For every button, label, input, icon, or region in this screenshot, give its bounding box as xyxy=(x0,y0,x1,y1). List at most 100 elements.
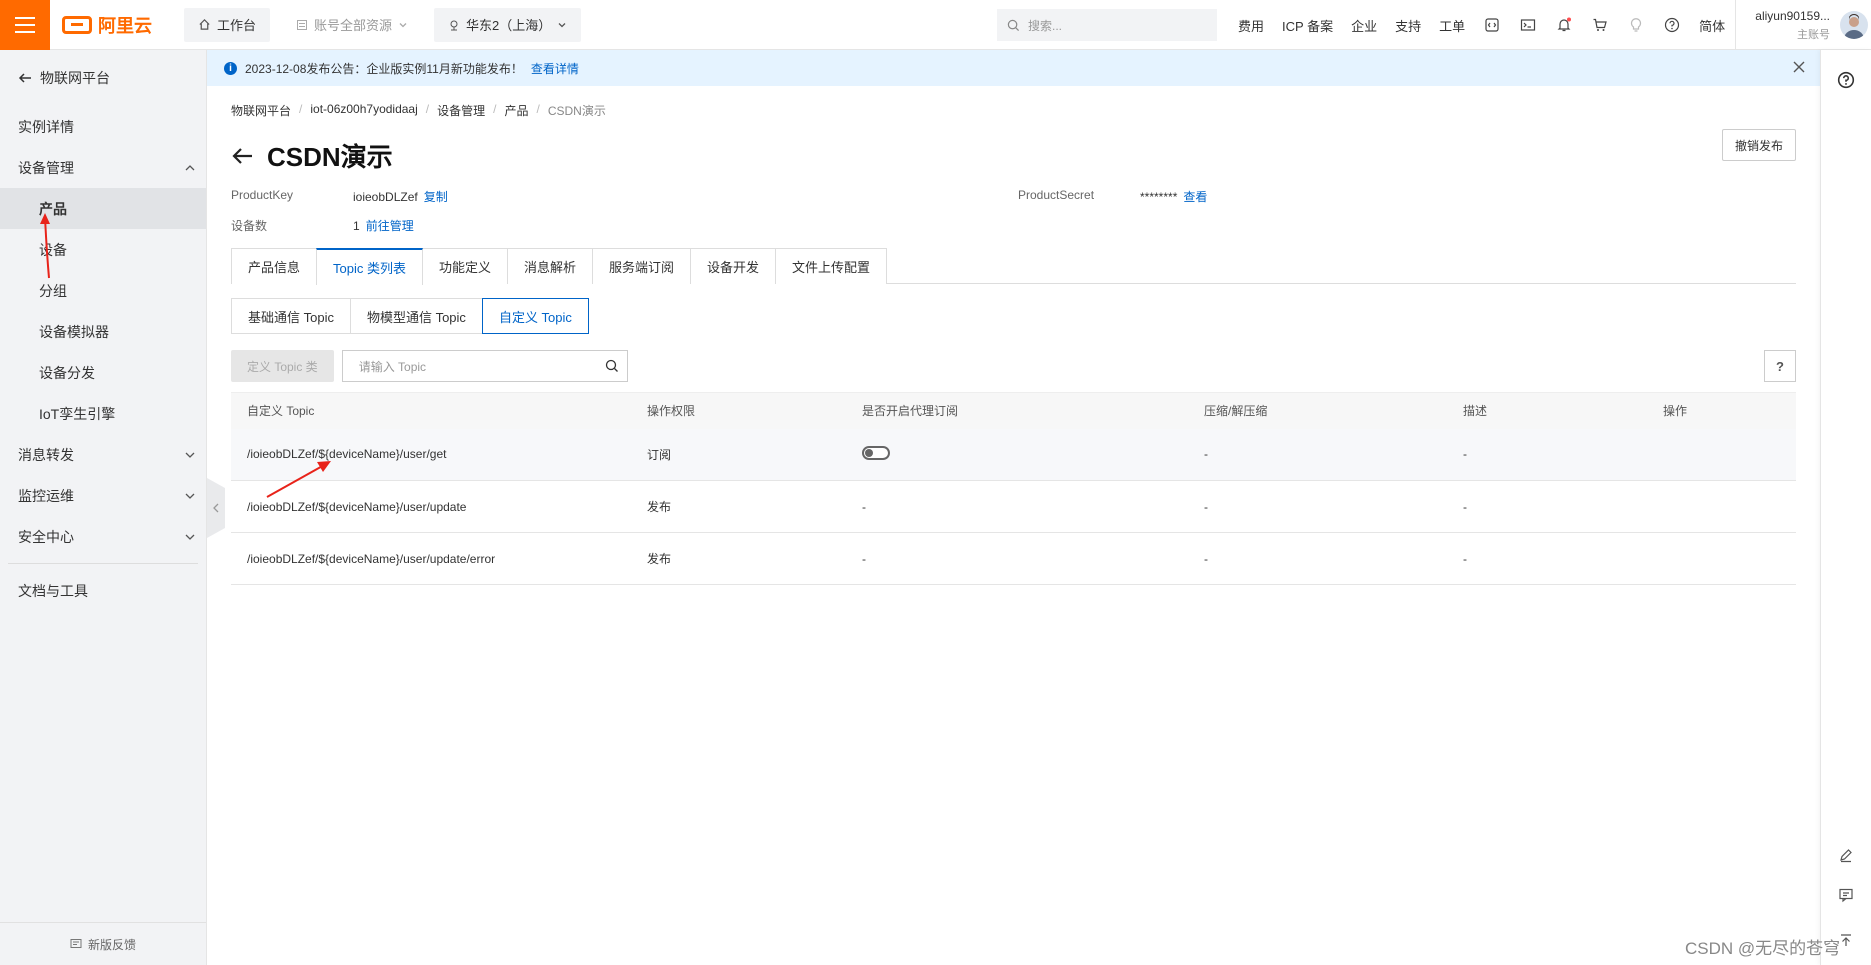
product-meta: ProductKey ioieobDLZef 复制 ProductSecret *… xyxy=(231,188,1796,234)
sidebar-item-instance-detail[interactable]: 实例详情 xyxy=(0,106,206,147)
cart-icon[interactable] xyxy=(1591,16,1609,34)
home-icon xyxy=(199,19,210,30)
sidebar-item-device-distribution[interactable]: 设备分发 xyxy=(0,352,206,393)
sidebar-item-label: 设备模拟器 xyxy=(39,323,109,340)
location-icon xyxy=(450,20,458,30)
chevron-up-icon xyxy=(185,165,195,171)
tab-message-parsing[interactable]: 消息解析 xyxy=(507,248,594,284)
user-account-menu[interactable]: aliyun90159... 主账号 xyxy=(1735,0,1871,50)
breadcrumb-item[interactable]: 物联网平台 xyxy=(231,102,291,119)
arrow-left-icon xyxy=(18,73,31,83)
feedback-button[interactable]: 新版反馈 xyxy=(0,922,206,965)
description-cell: - xyxy=(1447,480,1647,533)
search-icon[interactable] xyxy=(605,359,619,373)
region-selector[interactable]: 华东2（上海） xyxy=(434,7,582,42)
revoke-publish-button[interactable]: 撤销发布 xyxy=(1721,129,1796,161)
edit-icon[interactable] xyxy=(1836,845,1856,865)
subtab-model-topic[interactable]: 物模型通信 Topic xyxy=(349,298,483,334)
code-icon[interactable] xyxy=(1483,16,1501,34)
bell-icon[interactable] xyxy=(1555,16,1573,34)
tab-function-definition[interactable]: 功能定义 xyxy=(421,248,508,284)
description-cell: - xyxy=(1447,532,1647,585)
language-switch[interactable]: 简体 xyxy=(1699,16,1725,35)
tab-file-upload-config[interactable]: 文件上传配置 xyxy=(775,248,888,284)
define-topic-button[interactable]: 定义 Topic 类 xyxy=(231,350,334,382)
sidebar-item-iot-twin-engine[interactable]: IoT孪生引擎 xyxy=(0,393,206,434)
chat-icon[interactable] xyxy=(1836,885,1856,905)
breadcrumb-item[interactable]: 设备管理 xyxy=(437,102,485,119)
resource-label: 账号全部资源 xyxy=(314,18,393,33)
custom-topic-table: 自定义 Topic 操作权限 是否开启代理订阅 压缩/解压缩 描述 操作 /io… xyxy=(231,392,1796,585)
sidebar-item-device[interactable]: 设备 xyxy=(0,229,206,270)
product-key-value-group: ioieobDLZef 复制 xyxy=(353,188,1018,205)
close-icon[interactable] xyxy=(1792,60,1806,74)
sidebar-item-label: 消息转发 xyxy=(18,446,74,463)
sidebar-item-device-management[interactable]: 设备管理 xyxy=(0,147,206,188)
link-billing[interactable]: 费用 xyxy=(1238,16,1264,35)
sidebar-item-security-center[interactable]: 安全中心 xyxy=(0,516,206,557)
sidebar-item-label: 产品 xyxy=(39,200,67,217)
sidebar-item-message-forwarding[interactable]: 消息转发 xyxy=(0,434,206,475)
aliyun-logo-icon xyxy=(62,15,92,34)
permission-cell: 订阅 xyxy=(631,428,846,481)
column-header: 操作权限 xyxy=(631,392,846,429)
search-icon xyxy=(1007,19,1020,31)
resource-selector[interactable]: 账号全部资源 xyxy=(282,8,422,42)
sidebar-item-docs-tools[interactable]: 文档与工具 xyxy=(0,570,206,611)
description-cell: - xyxy=(1447,428,1647,481)
workbench-button[interactable]: 工作台 xyxy=(184,7,271,42)
subtab-basic-topic[interactable]: 基础通信 Topic xyxy=(231,298,351,334)
sidebar-item-label: 安全中心 xyxy=(18,528,74,545)
sidebar-item-label: 监控运维 xyxy=(18,487,74,504)
proxy-subscription-toggle[interactable] xyxy=(862,445,890,460)
view-secret-link[interactable]: 查看 xyxy=(1183,190,1207,204)
breadcrumb-item[interactable]: iot-06z00h7yodidaaj xyxy=(310,102,417,119)
tab-topic-list[interactable]: Topic 类列表 xyxy=(316,248,423,285)
info-icon: i xyxy=(224,61,237,75)
lightbulb-icon[interactable] xyxy=(1627,16,1645,34)
announcement-link[interactable]: 查看详情 xyxy=(531,60,579,77)
sidebar-item-label: 实例详情 xyxy=(18,118,74,135)
help-circle-icon[interactable] xyxy=(1836,70,1856,90)
link-icp[interactable]: ICP 备案 xyxy=(1282,16,1333,35)
link-enterprise[interactable]: 企业 xyxy=(1351,16,1377,35)
copy-link[interactable]: 复制 xyxy=(424,190,448,204)
subtab-custom-topic[interactable]: 自定义 Topic xyxy=(481,298,589,334)
compress-cell: - xyxy=(1188,480,1447,533)
global-search-input[interactable]: 搜索... xyxy=(997,9,1217,41)
link-ticket[interactable]: 工单 xyxy=(1439,16,1465,35)
aliyun-logo[interactable]: 阿里云 xyxy=(62,12,172,38)
topic-toolbar: 定义 Topic 类 请输入 Topic ? xyxy=(231,350,1796,382)
tab-device-development[interactable]: 设备开发 xyxy=(690,248,777,284)
help-button[interactable]: ? xyxy=(1764,350,1796,382)
breadcrumb-item[interactable]: 产品 xyxy=(504,102,528,119)
link-support[interactable]: 支持 xyxy=(1395,16,1421,35)
compress-cell: - xyxy=(1188,532,1447,585)
sidebar-item-product[interactable]: 产品 xyxy=(0,188,206,229)
topic-search-input[interactable]: 请输入 Topic xyxy=(341,350,628,382)
back-arrow-icon[interactable] xyxy=(231,147,253,165)
sidebar: 物联网平台 实例详情 设备管理 产品 设备 分组 设备模拟器 设备分发 IoT孪… xyxy=(0,50,207,965)
breadcrumb-separator: / xyxy=(425,102,430,116)
tab-server-subscription[interactable]: 服务端订阅 xyxy=(592,248,692,284)
chevron-down-icon xyxy=(185,534,195,540)
hamburger-menu-icon[interactable] xyxy=(0,0,50,50)
action-cell xyxy=(1647,480,1796,533)
chevron-down-icon xyxy=(185,493,195,499)
sidebar-item-monitoring[interactable]: 监控运维 xyxy=(0,475,206,516)
help-circle-icon[interactable] xyxy=(1663,16,1681,34)
manage-devices-link[interactable]: 前往管理 xyxy=(366,219,414,233)
table-row: /ioieobDLZef/${deviceName}/user/get 订阅 -… xyxy=(231,428,1796,481)
sidebar-item-group[interactable]: 分组 xyxy=(0,270,206,311)
sidebar-item-label: 设备 xyxy=(39,241,67,258)
terminal-icon[interactable] xyxy=(1519,16,1537,34)
sidebar-back-link[interactable]: 物联网平台 xyxy=(0,50,206,106)
search-placeholder: 搜索... xyxy=(1028,18,1063,33)
tab-product-info[interactable]: 产品信息 xyxy=(231,248,318,284)
sidebar-item-device-simulator[interactable]: 设备模拟器 xyxy=(0,311,206,352)
breadcrumb-separator: / xyxy=(493,102,497,116)
page-title: CSDN演示 xyxy=(267,142,393,172)
topic-search-placeholder: 请输入 Topic xyxy=(358,359,427,374)
device-count-label: 设备数 xyxy=(231,219,268,233)
product-secret-value-group: ******** 查看 xyxy=(1140,188,1340,205)
